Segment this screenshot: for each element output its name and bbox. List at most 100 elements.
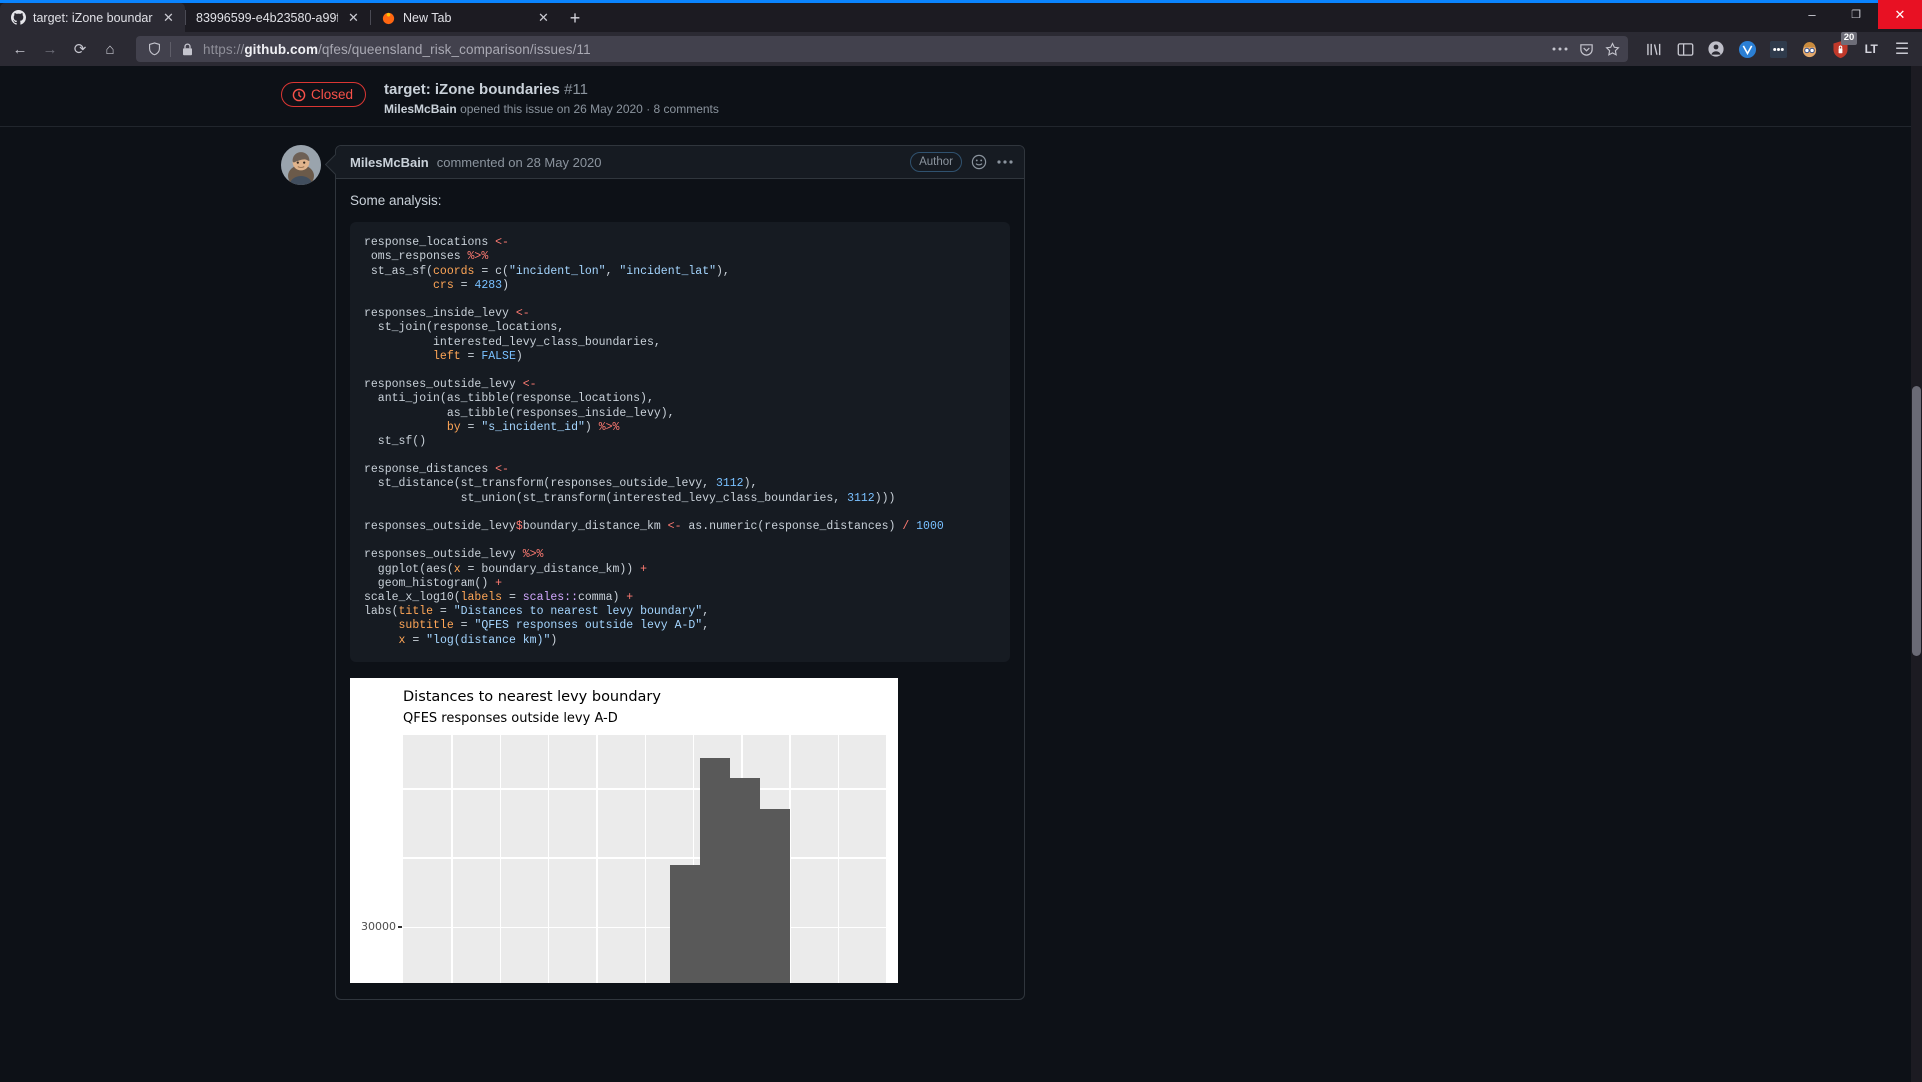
code-token: <-	[516, 307, 530, 320]
browser-tab-1[interactable]: 83996599-e4b23580-a99f-1 ✕	[185, 3, 370, 32]
close-icon[interactable]: ✕	[345, 9, 362, 26]
url-bar[interactable]: https://github.com/qfes/queensland_risk_…	[136, 36, 1628, 62]
code-token: responses_outside_levy	[364, 548, 523, 561]
extension-toolbar: 20 LT ☰	[1636, 35, 1916, 63]
code-token: left	[433, 350, 461, 363]
code-token: "Distances to nearest levy boundary"	[454, 605, 702, 618]
issue-number: #11	[564, 81, 588, 98]
comment-card: MilesMcBain commented on 28 May 2020 Aut…	[335, 145, 1025, 999]
account-icon[interactable]	[1702, 35, 1730, 63]
code-token: st_union(st_transform(interested_levy_cl…	[364, 492, 847, 505]
code-token: st_as_sf(	[364, 265, 433, 278]
maximize-button[interactable]: ❐	[1834, 0, 1878, 29]
code-token: anti_join(as_tibble(response_locations),	[364, 392, 654, 405]
issue-author[interactable]: MilesMcBain	[384, 102, 457, 116]
chart-bar	[760, 809, 790, 982]
code-token: st_distance(st_transform(responses_outsi…	[364, 477, 716, 490]
tracking-protection-shield-icon[interactable]	[144, 39, 164, 59]
close-icon[interactable]: ✕	[160, 9, 177, 26]
issue-timeline: MilesMcBain commented on 28 May 2020 Aut…	[0, 127, 1922, 999]
code-token: <-	[495, 236, 509, 249]
code-token: responses_outside_levy	[364, 520, 516, 533]
code-token: )	[585, 421, 599, 434]
code-token: ,	[702, 605, 709, 618]
browser-window: target: iZone boundaries ✕ 83996599-e4b2…	[0, 0, 1922, 1082]
avatar[interactable]	[281, 145, 321, 185]
browser-tab-2[interactable]: New Tab ✕	[370, 3, 560, 32]
code-token: FALSE	[481, 350, 516, 363]
comment-header: MilesMcBain commented on 28 May 2020 Aut…	[336, 146, 1024, 179]
avatar-extension-icon[interactable]	[1795, 35, 1823, 63]
page-scrollbar[interactable]	[1911, 66, 1922, 1082]
code-token	[364, 350, 433, 363]
browser-tab-0[interactable]: target: iZone boundaries ✕	[0, 3, 185, 32]
vimium-icon[interactable]	[1733, 35, 1761, 63]
issue-title-block: target: iZone boundaries #11 MilesMcBain…	[384, 80, 719, 116]
code-token: =	[405, 634, 426, 647]
code-token: +	[640, 563, 647, 576]
comment-author[interactable]: MilesMcBain	[350, 155, 429, 170]
page-viewport: Closed target: iZone boundaries #11 Mile…	[0, 66, 1922, 1082]
chart-gridline-horizontal	[403, 788, 886, 790]
close-icon[interactable]: ✕	[535, 9, 552, 26]
smiley-face-icon[interactable]	[970, 153, 988, 171]
issue-closed-icon	[292, 88, 306, 102]
library-icon[interactable]	[1640, 35, 1668, 63]
languagetool-icon[interactable]: LT	[1857, 35, 1885, 63]
firefox-icon	[381, 10, 396, 25]
code-token: ,	[606, 265, 620, 278]
code-token: +	[495, 577, 502, 590]
home-icon[interactable]: ⌂	[96, 35, 124, 63]
code-token: 3112	[847, 492, 875, 505]
pocket-icon[interactable]	[1576, 39, 1596, 59]
code-token: "log(distance km)"	[426, 634, 550, 647]
code-token: scale_x_log10(	[364, 591, 461, 604]
chart-bar	[670, 865, 700, 983]
scrollbar-thumb[interactable]	[1912, 386, 1921, 656]
tab-title: 83996599-e4b23580-a99f-1	[196, 11, 338, 25]
code-token: )))	[875, 492, 896, 505]
back-icon[interactable]: ←	[6, 35, 34, 63]
code-token: =	[502, 591, 523, 604]
code-token: <-	[495, 463, 509, 476]
code-token: <-	[668, 520, 682, 533]
chart-bar	[700, 758, 730, 982]
issue-header: Closed target: iZone boundaries #11 Mile…	[0, 66, 1922, 127]
forward-icon[interactable]: →	[36, 35, 64, 63]
code-token: = c(	[474, 265, 509, 278]
code-token: =	[454, 619, 475, 632]
y-axis-tick-label: 30000	[356, 920, 396, 933]
code-token: responses_inside_levy	[364, 307, 516, 320]
ggplot-figure: Distances to nearest levy boundary QFES …	[350, 678, 898, 983]
comment-body: Some analysis: response_locations <- oms…	[336, 179, 1024, 998]
code-token: interested_levy_class_boundaries,	[364, 336, 661, 349]
code-token: "s_incident_id"	[481, 421, 585, 434]
code-token: labels	[461, 591, 502, 604]
star-icon[interactable]	[1602, 39, 1622, 59]
padlock-icon[interactable]	[177, 39, 197, 59]
app-menu-icon[interactable]: ☰	[1888, 35, 1916, 63]
ublock-origin-icon[interactable]: 20	[1826, 35, 1854, 63]
new-tab-button[interactable]: +	[560, 3, 590, 32]
dots-extension-icon[interactable]	[1764, 35, 1792, 63]
code-token: ,	[702, 619, 709, 632]
sidebar-icon[interactable]	[1671, 35, 1699, 63]
comment-meta: commented on 28 May 2020	[437, 155, 602, 170]
chart-title: Distances to nearest levy boundary	[403, 689, 661, 705]
page-title: target: iZone boundaries #11	[384, 80, 719, 100]
code-token: $	[516, 520, 523, 533]
code-token: )	[550, 634, 557, 647]
comment-paragraph: Some analysis:	[350, 193, 1010, 208]
close-window-button[interactable]: ✕	[1878, 0, 1922, 29]
reload-icon[interactable]: ⟳	[66, 35, 94, 63]
author-badge: Author	[910, 152, 962, 172]
code-token: coords	[433, 265, 474, 278]
code-token: "incident_lat"	[619, 265, 716, 278]
extension-badge-count: 20	[1841, 32, 1857, 45]
navigation-toolbar: ← → ⟳ ⌂ https://github.com/qfes/queensla…	[0, 32, 1922, 66]
code-token: subtitle	[399, 619, 454, 632]
status-badge: Closed	[281, 82, 366, 107]
kebab-menu-icon[interactable]	[996, 153, 1014, 171]
minimize-button[interactable]: –	[1790, 0, 1834, 29]
ellipsis-icon[interactable]	[1550, 39, 1570, 59]
